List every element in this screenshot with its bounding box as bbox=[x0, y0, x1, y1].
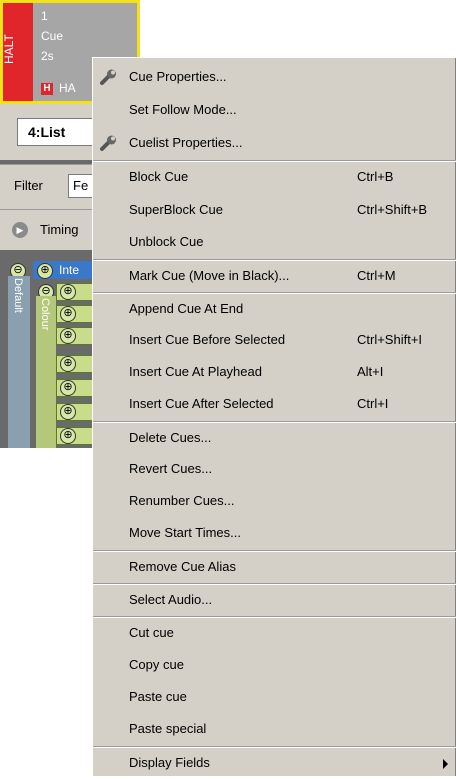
menu-item-shortcut: Ctrl+M bbox=[357, 268, 396, 283]
cue-name: Cue bbox=[41, 29, 64, 43]
menu-item-cue-properties[interactable]: Cue Properties... bbox=[93, 61, 456, 93]
menu-item-label: Remove Cue Alias bbox=[129, 559, 236, 574]
cue-number: 1 bbox=[41, 9, 48, 23]
menu-item-renumber-cues[interactable]: Renumber Cues... bbox=[93, 485, 456, 517]
menu-item-delete-cues[interactable]: Delete Cues... bbox=[93, 422, 456, 454]
colour-group-label: Colour bbox=[39, 298, 51, 331]
menu-item-label: Renumber Cues... bbox=[129, 493, 235, 508]
menu-item-label: Block Cue bbox=[129, 169, 189, 184]
menu-item-label: Revert Cues... bbox=[129, 461, 213, 476]
menu-item-insert-cue-at-playhead[interactable]: Insert Cue At Playhead Alt+I bbox=[93, 356, 456, 388]
menu-item-paste-special[interactable]: Paste special bbox=[93, 713, 456, 745]
cue-time: 2s bbox=[41, 49, 54, 63]
menu-item-shortcut: Ctrl+B bbox=[357, 169, 394, 184]
menu-item-mark-cue-move-in-black[interactable]: Mark Cue (Move in Black)... Ctrl+M bbox=[93, 260, 456, 292]
halt-strip: HALT bbox=[2, 3, 33, 101]
expand-icon[interactable]: ⊕ bbox=[60, 356, 76, 372]
default-group-label: Default bbox=[12, 278, 24, 313]
halt-badge-icon: H bbox=[41, 83, 53, 95]
expand-icon[interactable]: ⊕ bbox=[60, 428, 76, 444]
submenu-arrow-icon bbox=[443, 759, 448, 769]
expand-icon[interactable]: ⊕ bbox=[60, 284, 76, 300]
menu-item-move-start-times[interactable]: Move Start Times... bbox=[93, 517, 456, 549]
menu-separator bbox=[93, 421, 456, 423]
expand-icon[interactable]: ⊕ bbox=[60, 328, 76, 344]
menu-item-label: Insert Cue After Selected bbox=[129, 396, 274, 411]
menu-item-insert-cue-after-selected[interactable]: Insert Cue After Selected Ctrl+I bbox=[93, 388, 456, 420]
menu-item-label: Set Follow Mode... bbox=[129, 102, 237, 117]
menu-item-label: Insert Cue At Playhead bbox=[129, 364, 262, 379]
expand-icon[interactable]: ⊕ bbox=[37, 263, 53, 279]
expand-icon[interactable]: ⊕ bbox=[60, 306, 76, 322]
menu-item-label: Cut cue bbox=[129, 625, 174, 640]
expand-icon[interactable]: ⊕ bbox=[60, 404, 76, 420]
colour-group-strip: Colour bbox=[36, 296, 56, 448]
menu-item-label: Select Audio... bbox=[129, 592, 213, 607]
menu-item-block-cue[interactable]: Block Cue Ctrl+B bbox=[93, 161, 456, 193]
menu-separator bbox=[93, 160, 456, 162]
context-menu: Cue Properties... Set Follow Mode... Cueli… bbox=[92, 57, 456, 776]
menu-item-paste-cue[interactable]: Paste cue bbox=[93, 681, 456, 713]
menu-item-shortcut: Alt+I bbox=[357, 364, 384, 379]
menu-item-label: Copy cue bbox=[129, 657, 184, 672]
menu-item-unblock-cue[interactable]: Unblock Cue bbox=[93, 226, 456, 258]
menu-separator bbox=[93, 292, 456, 294]
expand-icon[interactable]: ⊕ bbox=[60, 380, 76, 396]
default-group-strip: Default bbox=[8, 276, 30, 448]
menu-item-label: SuperBlock Cue bbox=[129, 202, 223, 217]
menu-separator bbox=[93, 616, 456, 618]
menu-separator bbox=[93, 259, 456, 261]
menu-item-shortcut: Ctrl+Shift+I bbox=[357, 332, 423, 347]
menu-item-set-follow-mode[interactable]: Set Follow Mode... bbox=[93, 94, 456, 126]
menu-item-insert-cue-before-selected[interactable]: Insert Cue Before Selected Ctrl+Shift+I bbox=[93, 324, 456, 356]
menu-item-cuelist-properties[interactable]: Cuelist Properties... bbox=[93, 127, 456, 159]
menu-item-display-fields[interactable]: Display Fields bbox=[93, 747, 456, 779]
menu-item-label: Unblock Cue bbox=[129, 234, 204, 249]
menu-separator bbox=[93, 550, 456, 552]
wrench-icon bbox=[99, 68, 119, 88]
menu-item-label: Paste cue bbox=[129, 689, 187, 704]
menu-item-label: Delete Cues... bbox=[129, 430, 212, 445]
menu-item-revert-cues[interactable]: Revert Cues... bbox=[93, 453, 456, 485]
menu-item-label: Paste special bbox=[129, 721, 207, 736]
menu-item-cut-cue[interactable]: Cut cue bbox=[93, 617, 456, 649]
menu-item-select-audio[interactable]: Select Audio... bbox=[93, 584, 456, 616]
menu-item-label: Display Fields bbox=[129, 755, 210, 770]
menu-item-label: Mark Cue (Move in Black)... bbox=[129, 268, 290, 283]
menu-separator bbox=[93, 746, 456, 748]
menu-separator bbox=[93, 583, 456, 585]
timing-toggle-icon[interactable]: ▶ bbox=[12, 222, 28, 238]
menu-item-label: Cue Properties... bbox=[129, 69, 227, 84]
timing-label: Timing bbox=[40, 222, 79, 237]
menu-item-copy-cue[interactable]: Copy cue bbox=[93, 649, 456, 681]
menu-item-superblock-cue[interactable]: SuperBlock Cue Ctrl+Shift+B bbox=[93, 194, 456, 226]
wrench-icon bbox=[99, 134, 119, 154]
menu-item-label: Move Start Times... bbox=[129, 525, 241, 540]
menu-item-remove-cue-alias[interactable]: Remove Cue Alias bbox=[93, 551, 456, 583]
menu-item-shortcut: Ctrl+I bbox=[357, 396, 389, 411]
menu-item-append-cue-at-end[interactable]: Append Cue At End bbox=[93, 293, 456, 325]
cue-halt-label: HA bbox=[59, 81, 76, 95]
menu-item-shortcut: Ctrl+Shift+B bbox=[357, 202, 428, 217]
menu-item-label: Append Cue At End bbox=[129, 301, 244, 316]
menu-item-label: Insert Cue Before Selected bbox=[129, 332, 286, 347]
menu-item-label: Cuelist Properties... bbox=[129, 135, 243, 150]
filter-label: Filter bbox=[14, 178, 43, 193]
